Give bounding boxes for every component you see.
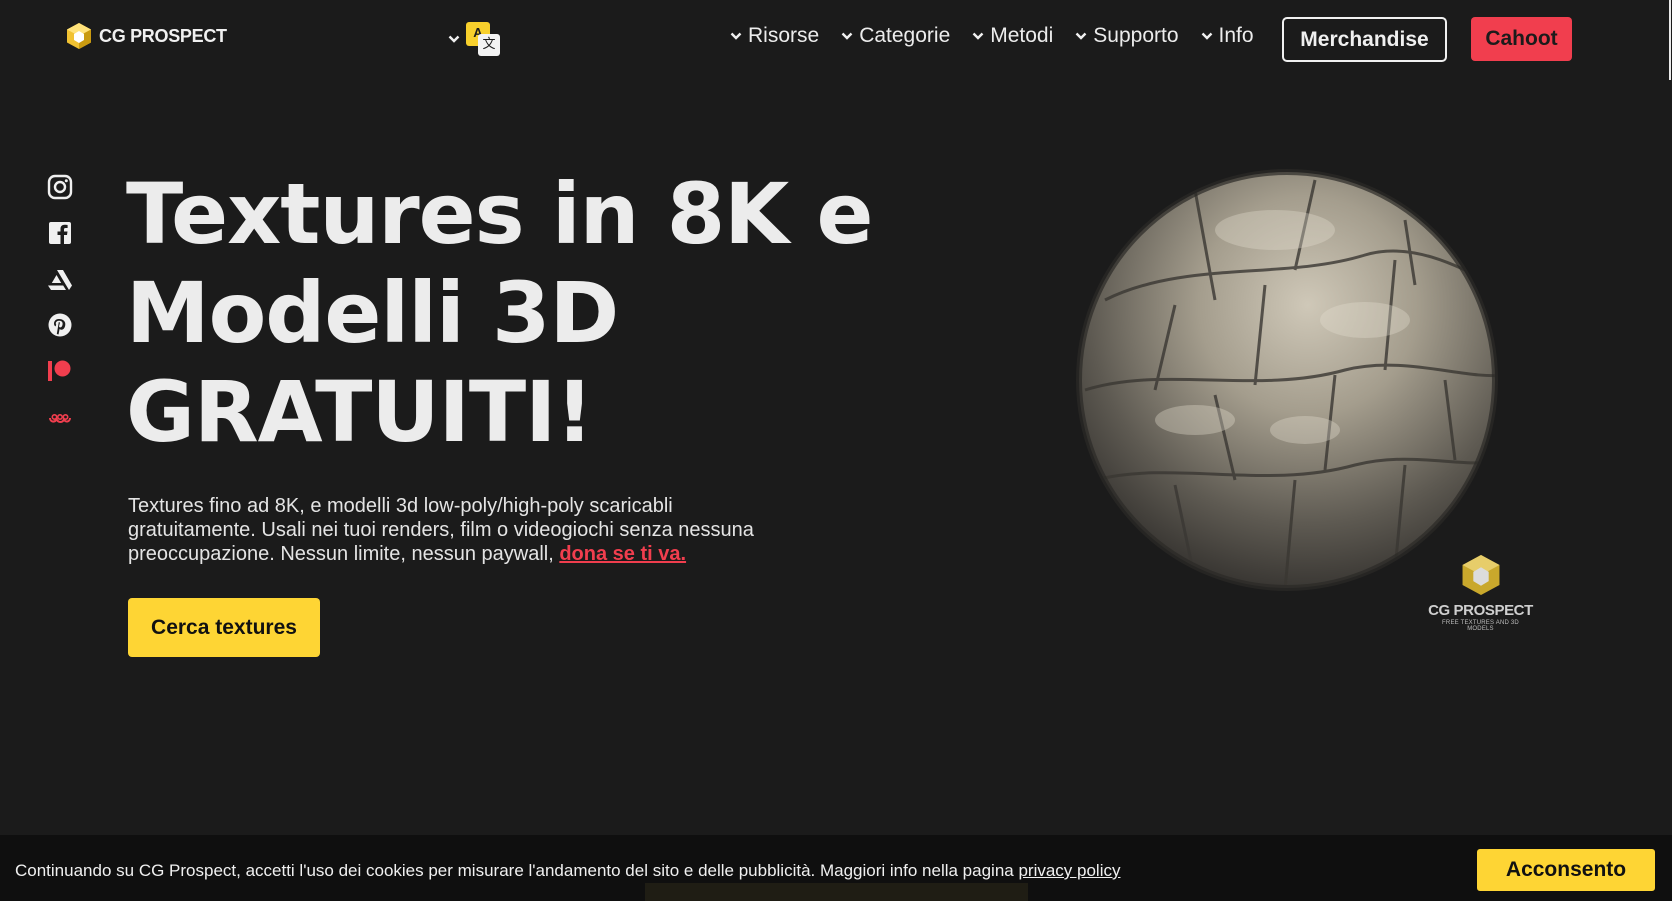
hero-description: Textures fino ad 8K, e modelli 3d low-po… <box>128 494 788 566</box>
site-logo[interactable]: CG PROSPECT <box>66 22 227 50</box>
cookie-message-text: Continuando su CG Prospect, accetti l'us… <box>15 861 1019 880</box>
hero-title-line: Textures in 8K e <box>126 165 873 263</box>
hero-title-line: GRATUITI! <box>126 363 594 461</box>
social-links <box>47 174 73 430</box>
cookie-banner-strip <box>645 883 1028 901</box>
merchandise-button[interactable]: Merchandise <box>1282 17 1447 62</box>
cg-prospect-watermark-icon <box>1462 555 1499 595</box>
chevron-down-icon <box>1201 32 1212 40</box>
nav-label: Info <box>1218 24 1254 47</box>
nav-categorie[interactable]: Categorie <box>841 24 950 48</box>
accept-cookies-button[interactable]: Acconsento <box>1477 849 1655 891</box>
logo-text: CG PROSPECT <box>99 25 227 46</box>
chevron-down-icon <box>448 35 460 43</box>
texture-sphere-image <box>1065 160 1505 605</box>
nav-supporto[interactable]: Supporto <box>1075 24 1179 48</box>
nav-label: Risorse <box>748 24 820 47</box>
translate-icon-b: 文 <box>478 34 500 56</box>
nav-info[interactable]: Info <box>1201 24 1254 48</box>
cg-prospect-logo-icon <box>67 23 91 49</box>
chevron-down-icon <box>730 32 742 40</box>
main-nav: Risorse Categorie Metodi Supporto Info <box>730 24 1276 48</box>
scrollbar-edge <box>1669 0 1671 80</box>
hero-title-line: Modelli 3D <box>126 264 619 362</box>
nav-risorse[interactable]: Risorse <box>730 24 819 48</box>
watermark-title: CG PROSPECT <box>1428 602 1533 619</box>
pinterest-icon[interactable] <box>47 312 73 338</box>
chevron-down-icon <box>841 32 853 40</box>
donate-link[interactable]: dona se ti va. <box>559 543 686 565</box>
chevron-down-icon <box>1075 32 1087 40</box>
hero-title: Textures in 8K e Modelli 3D GRATUITI! <box>126 165 886 462</box>
facebook-icon[interactable] <box>47 220 73 246</box>
search-textures-button[interactable]: Cerca textures <box>128 598 320 657</box>
nav-label: Supporto <box>1093 24 1179 47</box>
cookie-message: Continuando su CG Prospect, accetti l'us… <box>15 861 1121 881</box>
cahoot-icon[interactable] <box>47 404 73 430</box>
chevron-down-icon <box>972 32 984 40</box>
stone-sphere-graphic <box>1076 169 1498 591</box>
language-switcher[interactable]: A 文 <box>448 22 500 56</box>
nav-label: Metodi <box>990 24 1054 47</box>
artstation-icon[interactable] <box>47 266 73 292</box>
privacy-policy-link[interactable]: privacy policy <box>1018 861 1120 880</box>
watermark-subtitle: FREE TEXTURES AND 3D MODELS <box>1442 620 1519 632</box>
site-header: CG PROSPECT A 文 Risorse Categorie Metodi… <box>0 0 1672 80</box>
patreon-icon[interactable] <box>47 358 73 384</box>
instagram-icon[interactable] <box>47 174 73 200</box>
cahoot-button[interactable]: Cahoot <box>1471 17 1572 61</box>
nav-label: Categorie <box>859 24 951 47</box>
watermark-logo: CG PROSPECT FREE TEXTURES AND 3D MODELS <box>1428 553 1533 632</box>
nav-metodi[interactable]: Metodi <box>972 24 1053 48</box>
translate-icon: A 文 <box>466 22 500 56</box>
